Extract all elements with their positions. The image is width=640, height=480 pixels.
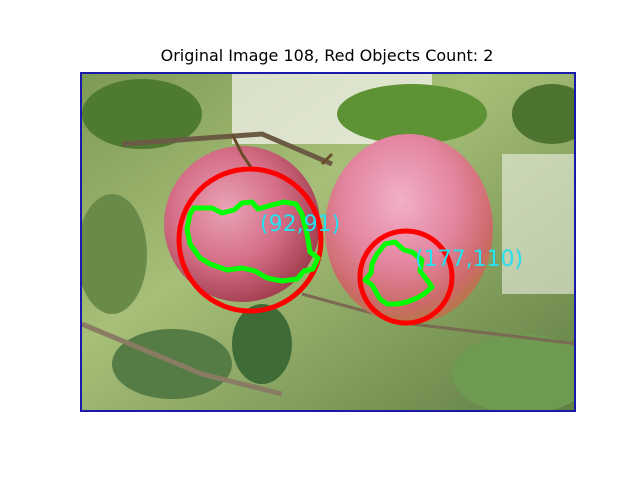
leaf (232, 304, 292, 384)
centroid-label: (92,91) (260, 212, 341, 237)
centroid-label: (177,110) (415, 247, 524, 272)
image-frame: (92,91) (177,110) (80, 72, 576, 412)
apple-photo (82, 74, 574, 410)
sky-patch-right (502, 154, 574, 294)
figure-title: Original Image 108, Red Objects Count: 2 (160, 46, 494, 65)
